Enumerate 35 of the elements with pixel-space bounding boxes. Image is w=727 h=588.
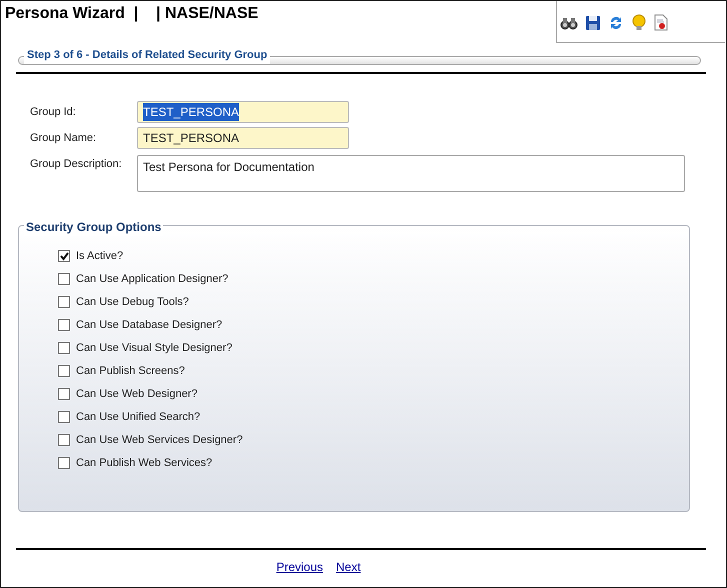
nav-link[interactable]: Next (336, 558, 361, 576)
option-label: Is Active? (76, 248, 124, 264)
field-label: Group Name: (29, 131, 98, 146)
option-label: Can Publish Screens? (76, 364, 185, 379)
checkbox[interactable] (58, 273, 70, 285)
field-label: Group Description: (29, 157, 123, 172)
option-label: Can Use Web Designer? (76, 386, 198, 402)
step-title: Step 3 of 6 - Details of Related Security Group (24, 47, 270, 64)
option-label: Can Use Database Designer? (76, 318, 222, 333)
option-label: Can Publish Web Services? (76, 456, 212, 471)
option-label: Can Use Visual Style Designer? (76, 340, 232, 356)
checkbox[interactable] (58, 457, 70, 469)
checkbox[interactable] (58, 250, 70, 262)
checkbox[interactable] (58, 411, 70, 423)
option-label: Can Use Debug Tools? (76, 294, 189, 310)
checkbox[interactable] (58, 296, 70, 308)
field-label: Group Id: (29, 105, 77, 120)
checkbox[interactable] (58, 365, 70, 377)
option-label: Can Use Web Services Designer? (76, 432, 243, 448)
option-label: Can Use Unified Search? (76, 410, 200, 425)
document-icon[interactable] (654, 14, 668, 31)
refresh-icon[interactable] (608, 14, 624, 30)
checkbox[interactable] (58, 434, 70, 446)
binoculars-icon[interactable] (560, 16, 578, 30)
text-field[interactable]: TEST_PERSONA (137, 101, 349, 123)
checkbox[interactable] (58, 388, 70, 400)
checkbox[interactable] (58, 319, 70, 331)
option-label: Can Use Application Designer? (76, 272, 228, 287)
save-icon[interactable] (585, 14, 601, 30)
text-field[interactable]: TEST_PERSONA (137, 127, 349, 149)
nav-link[interactable]: Previous (276, 558, 323, 576)
description-field[interactable]: Test Persona for Documentation (137, 155, 685, 192)
lightbulb-icon[interactable] (631, 14, 647, 32)
window-title: Persona Wizard | | NASE/NASE (4, 4, 258, 24)
checkbox[interactable] (58, 342, 70, 354)
